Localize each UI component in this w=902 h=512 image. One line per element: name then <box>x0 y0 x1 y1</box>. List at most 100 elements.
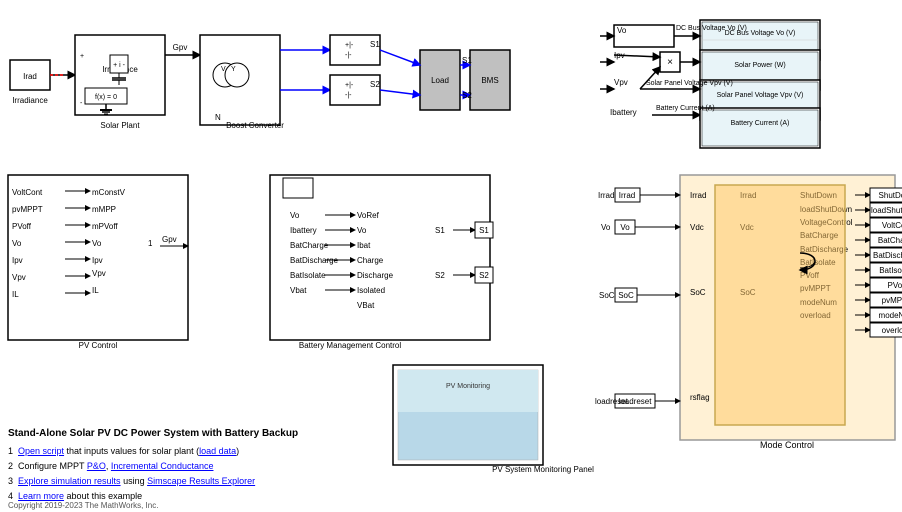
svg-text:SoC: SoC <box>618 291 634 300</box>
svg-text:PVoff: PVoff <box>888 281 902 290</box>
svg-text:S2: S2 <box>370 80 380 89</box>
svg-text:loadShutDown: loadShutDown <box>871 206 902 215</box>
svg-text:modeNum: modeNum <box>879 311 902 320</box>
svg-text:mPVoff: mPVoff <box>92 222 118 231</box>
svg-text:VoltCont: VoltCont <box>882 221 902 230</box>
footer-section: Stand-Alone Solar PV DC Power System wit… <box>8 426 298 504</box>
svg-text:Vo: Vo <box>357 226 367 235</box>
open-script-link[interactable]: Open script <box>18 446 64 456</box>
svg-text:IL: IL <box>12 290 19 299</box>
svg-text:Y: Y <box>231 66 236 73</box>
svg-text:Discharge: Discharge <box>357 271 394 280</box>
svg-text:VoRef: VoRef <box>357 211 380 220</box>
load-data-link[interactable]: load data <box>199 446 236 456</box>
diagram-container: Irad Irradiance Irradiance + - + i - f(x… <box>0 0 902 512</box>
svg-text:S1: S1 <box>435 226 445 235</box>
simscape-link[interactable]: Simscape Results Explorer <box>147 476 255 486</box>
svg-text:Solar Plant: Solar Plant <box>100 121 140 130</box>
svg-text:Ibattery: Ibattery <box>610 108 637 117</box>
svg-text:Irrad: Irrad <box>598 191 614 200</box>
svg-text:+|-: +|- <box>345 42 354 49</box>
svg-text:pvMPPT: pvMPPT <box>882 296 902 305</box>
svg-text:Ibattery: Ibattery <box>290 226 317 235</box>
svg-text:Isolated: Isolated <box>357 286 385 295</box>
svg-text:Irrad: Irrad <box>690 191 706 200</box>
svg-text:+ i -: + i - <box>113 62 126 69</box>
svg-text:Ipv: Ipv <box>92 256 103 265</box>
svg-text:×: × <box>667 57 673 68</box>
svg-text:N: N <box>215 113 221 122</box>
svg-text:1: 1 <box>148 239 153 248</box>
svg-text:VBat: VBat <box>357 301 375 310</box>
svg-text:-|-: -|- <box>345 92 352 99</box>
svg-text:BatDischarge: BatDischarge <box>873 251 902 260</box>
svg-text:SoC: SoC <box>599 291 615 300</box>
svg-text:SoC: SoC <box>690 288 706 297</box>
svg-text:Vo: Vo <box>12 239 22 248</box>
svg-text:f(x) = 0: f(x) = 0 <box>95 94 117 101</box>
svg-text:S1: S1 <box>462 56 472 65</box>
svg-text:Boost Converter: Boost Converter <box>226 121 284 130</box>
p-and-o-link[interactable]: P&O <box>87 461 106 471</box>
svg-text:BatIsolate: BatIsolate <box>290 271 326 280</box>
footer-title: Stand-Alone Solar PV DC Power System wit… <box>8 426 298 441</box>
svg-text:S1: S1 <box>370 40 380 49</box>
svg-text:rsflag: rsflag <box>690 393 710 402</box>
svg-text:Mode Control: Mode Control <box>760 440 814 450</box>
svg-text:Vpv: Vpv <box>92 269 106 278</box>
learn-more-link[interactable]: Learn more <box>18 491 64 501</box>
footer-item-1: 1 Open script that inputs values for sol… <box>8 444 298 459</box>
svg-text:PV Control: PV Control <box>79 341 118 350</box>
svg-text:DC Bus Voltage Vo (V): DC Bus Voltage Vo (V) <box>676 25 747 32</box>
svg-text:Vo: Vo <box>617 26 627 35</box>
svg-text:S2: S2 <box>435 271 445 280</box>
svg-text:+: + <box>80 53 84 60</box>
svg-text:Vo: Vo <box>92 239 102 248</box>
svg-text:Vpv: Vpv <box>614 78 628 87</box>
svg-text:Ipv: Ipv <box>12 256 23 265</box>
footer-item-2: 2 Configure MPPT P&O, Incremental Conduc… <box>8 459 298 474</box>
explore-results-link[interactable]: Explore simulation results <box>18 476 121 486</box>
svg-text:Vo: Vo <box>290 211 300 220</box>
svg-text:Vdc: Vdc <box>690 223 704 232</box>
svg-text:Irad: Irad <box>23 72 37 81</box>
svg-text:mConstV: mConstV <box>92 188 126 197</box>
svg-text:PVoff: PVoff <box>12 222 32 231</box>
svg-text:PV Monitoring: PV Monitoring <box>446 383 490 390</box>
svg-text:BatCharge: BatCharge <box>878 236 902 245</box>
svg-text:Gpv: Gpv <box>173 43 188 52</box>
svg-text:Irrad: Irrad <box>619 191 635 200</box>
svg-text:Solar Panel Voltage Vpv (V): Solar Panel Voltage Vpv (V) <box>646 80 733 87</box>
svg-text:pvMPPT: pvMPPT <box>12 205 43 214</box>
svg-text:+|-: +|- <box>345 82 354 89</box>
svg-text:Load: Load <box>431 76 449 85</box>
svg-text:-|-: -|- <box>345 52 352 59</box>
svg-text:Battery Current (A): Battery Current (A) <box>731 120 790 127</box>
svg-text:V: V <box>221 66 226 73</box>
svg-text:ShutDown: ShutDown <box>879 191 902 200</box>
svg-text:BMS: BMS <box>481 76 498 85</box>
svg-text:Battery Current (A): Battery Current (A) <box>656 105 715 112</box>
svg-text:Vpv: Vpv <box>12 273 26 282</box>
svg-text:Solar Power (W): Solar Power (W) <box>734 62 785 69</box>
svg-text:BatCharge: BatCharge <box>290 241 329 250</box>
svg-text:BatIsolate: BatIsolate <box>879 266 902 275</box>
svg-text:VoltCont: VoltCont <box>12 188 43 197</box>
svg-text:PV System Monitoring Panel: PV System Monitoring Panel <box>492 465 594 474</box>
svg-text:Vbat: Vbat <box>290 286 307 295</box>
svg-text:Ibat: Ibat <box>357 241 371 250</box>
svg-text:Irradiance: Irradiance <box>12 96 48 105</box>
copyright-text: Copyright 2019-2023 The MathWorks, Inc. <box>8 501 158 510</box>
svg-text:S2: S2 <box>462 91 472 100</box>
svg-text:overload: overload <box>882 326 902 335</box>
svg-text:IL: IL <box>92 286 99 295</box>
svg-text:Charge: Charge <box>357 256 384 265</box>
svg-text:Vo: Vo <box>620 223 630 232</box>
svg-text:loadreset: loadreset <box>595 397 629 406</box>
svg-text:Battery Management Control: Battery Management Control <box>299 341 401 350</box>
svg-text:S1: S1 <box>479 226 489 235</box>
svg-text:mMPP: mMPP <box>92 205 116 214</box>
svg-text:Vo: Vo <box>601 223 611 232</box>
svg-text:Solar Panel Voltage Vpv (V): Solar Panel Voltage Vpv (V) <box>717 92 804 99</box>
incremental-conductance-link[interactable]: Incremental Conductance <box>111 461 214 471</box>
